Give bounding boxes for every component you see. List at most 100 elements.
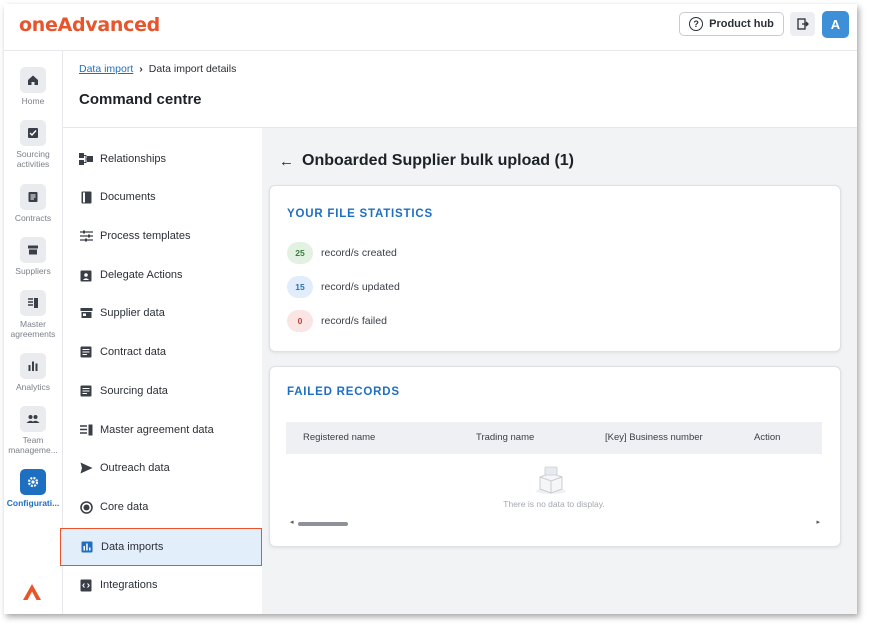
nav-item-integrations[interactable]: Integrations	[63, 567, 262, 603]
document-icon	[79, 384, 93, 398]
count-badge: 0	[287, 310, 313, 332]
breadcrumb: Data import › Data import details	[79, 63, 236, 75]
store-icon	[20, 237, 46, 263]
table-header: Registered name Trading name [Key] Busin…	[286, 422, 822, 454]
user-avatar[interactable]: A	[822, 11, 849, 38]
sourcing-icon	[20, 120, 46, 146]
scroll-left-icon[interactable]: ◂	[290, 518, 294, 526]
nav-item-master-agreement-data[interactable]: Master agreement data	[63, 412, 262, 448]
config-sidebar: Relationships Documents Process template…	[60, 128, 263, 614]
rail-item-analytics[interactable]: Analytics	[4, 353, 62, 392]
rail-label: Suppliers	[15, 266, 51, 276]
page-title: Command centre	[79, 91, 202, 108]
sliders-icon	[79, 229, 93, 243]
nav-label: Contract data	[100, 346, 167, 358]
document-icon	[79, 345, 93, 359]
rail-item-configuration[interactable]: Configurati...	[4, 469, 62, 508]
chart-icon	[80, 540, 94, 554]
product-hub-button[interactable]: ? Product hub	[679, 12, 784, 36]
master-agreement-icon	[79, 423, 93, 437]
product-hub-label: Product hub	[709, 18, 774, 30]
rail-item-master-agreements[interactable]: Master agreements	[4, 290, 62, 339]
gear-icon	[20, 469, 46, 495]
brand-logo[interactable]: oneAdvanced	[19, 14, 160, 36]
master-agreement-icon	[20, 290, 46, 316]
top-bar: oneAdvanced ? Product hub A	[4, 4, 857, 51]
logout-icon	[796, 18, 809, 30]
stat-failed: 0 record/s failed	[287, 310, 387, 332]
breadcrumb-link[interactable]: Data import	[79, 63, 133, 75]
nav-item-outreach-data[interactable]: Outreach data	[63, 450, 262, 486]
circle-icon	[79, 500, 93, 514]
nav-label: Data imports	[101, 541, 164, 553]
column-header[interactable]: Action	[754, 432, 780, 443]
book-icon	[79, 190, 93, 204]
nav-label: Core data	[100, 501, 149, 513]
nav-label: Integrations	[100, 579, 158, 591]
rail-item-contracts[interactable]: Contracts	[4, 184, 62, 223]
scroll-right-icon[interactable]: ▸	[816, 518, 820, 526]
nav-item-sourcing-data[interactable]: Sourcing data	[63, 373, 262, 409]
send-icon	[79, 461, 93, 475]
nav-item-supplier-data[interactable]: Supplier data	[63, 295, 262, 331]
arrow-left-icon[interactable]: ←	[279, 153, 294, 170]
logout-button[interactable]	[790, 12, 815, 36]
chevron-right-icon: ›	[139, 63, 143, 75]
stats-heading: YOUR FILE STATISTICS	[287, 208, 433, 220]
horizontal-scrollbar[interactable]: ◂ ▸	[290, 518, 820, 527]
nav-label: Sourcing data	[100, 385, 168, 397]
help-icon: ?	[689, 17, 704, 31]
rail-item-team[interactable]: Team manageme...	[4, 406, 62, 455]
rail-label: Configurati...	[6, 498, 60, 508]
relationships-icon	[79, 152, 93, 166]
nav-item-process-templates[interactable]: Process templates	[63, 218, 262, 254]
rail-label: Sourcing activities	[16, 149, 50, 169]
chart-icon	[20, 353, 46, 379]
rail-item-sourcing[interactable]: Sourcing activities	[4, 120, 62, 169]
nav-label: Master agreement data	[100, 424, 214, 436]
count-badge: 15	[287, 276, 313, 298]
stat-label: record/s failed	[321, 315, 387, 327]
scrollbar-thumb[interactable]	[298, 522, 348, 526]
nav-item-core-data[interactable]: Core data	[63, 489, 262, 525]
nav-item-contract-data[interactable]: Contract data	[63, 334, 262, 370]
rail-label: Analytics	[15, 382, 50, 392]
page-header: Data import › Data import details Comman…	[63, 51, 857, 128]
nav-item-data-imports[interactable]: Data imports	[60, 528, 262, 566]
nav-label: Documents	[100, 191, 156, 203]
empty-box-icon	[534, 465, 568, 495]
stat-created: 25 record/s created	[287, 242, 397, 264]
column-header[interactable]: [Key] Business number	[605, 432, 703, 443]
rail-label: Home	[21, 96, 45, 106]
code-icon	[79, 578, 93, 592]
failed-heading: FAILED RECORDS	[287, 386, 400, 398]
column-header[interactable]: Trading name	[476, 432, 534, 443]
column-header[interactable]: Registered name	[303, 432, 375, 443]
brand-mark-icon	[22, 583, 42, 606]
rail-label: Master agreements	[10, 319, 56, 339]
count-badge: 25	[287, 242, 313, 264]
rail-label: Contracts	[14, 213, 52, 223]
rail-item-suppliers[interactable]: Suppliers	[4, 237, 62, 276]
nav-label: Supplier data	[100, 307, 165, 319]
nav-label: Process templates	[100, 230, 191, 242]
failed-records-card: FAILED RECORDS Registered name Trading n…	[269, 366, 841, 547]
nav-item-documents[interactable]: Documents	[63, 179, 262, 215]
home-icon	[20, 67, 46, 93]
empty-state-text: There is no data to display.	[503, 499, 605, 509]
nav-item-relationships[interactable]: Relationships	[63, 141, 262, 177]
stat-label: record/s created	[321, 247, 397, 259]
nav-label: Delegate Actions	[100, 269, 183, 281]
nav-label: Outreach data	[100, 462, 170, 474]
contracts-icon	[20, 184, 46, 210]
nav-label: Relationships	[100, 153, 167, 165]
stat-label: record/s updated	[321, 281, 400, 293]
stat-updated: 15 record/s updated	[287, 276, 400, 298]
rail-label: Team manageme...	[8, 435, 58, 455]
file-statistics-card: YOUR FILE STATISTICS 25 record/s created…	[269, 185, 841, 352]
left-rail: Home Sourcing activities Contracts Suppl…	[4, 51, 63, 614]
nav-item-delegate-actions[interactable]: Delegate Actions	[63, 257, 262, 293]
rail-item-home[interactable]: Home	[4, 67, 62, 106]
app-window: oneAdvanced ? Product hub A Home Sourcin…	[4, 4, 857, 614]
badge-icon	[79, 268, 93, 282]
